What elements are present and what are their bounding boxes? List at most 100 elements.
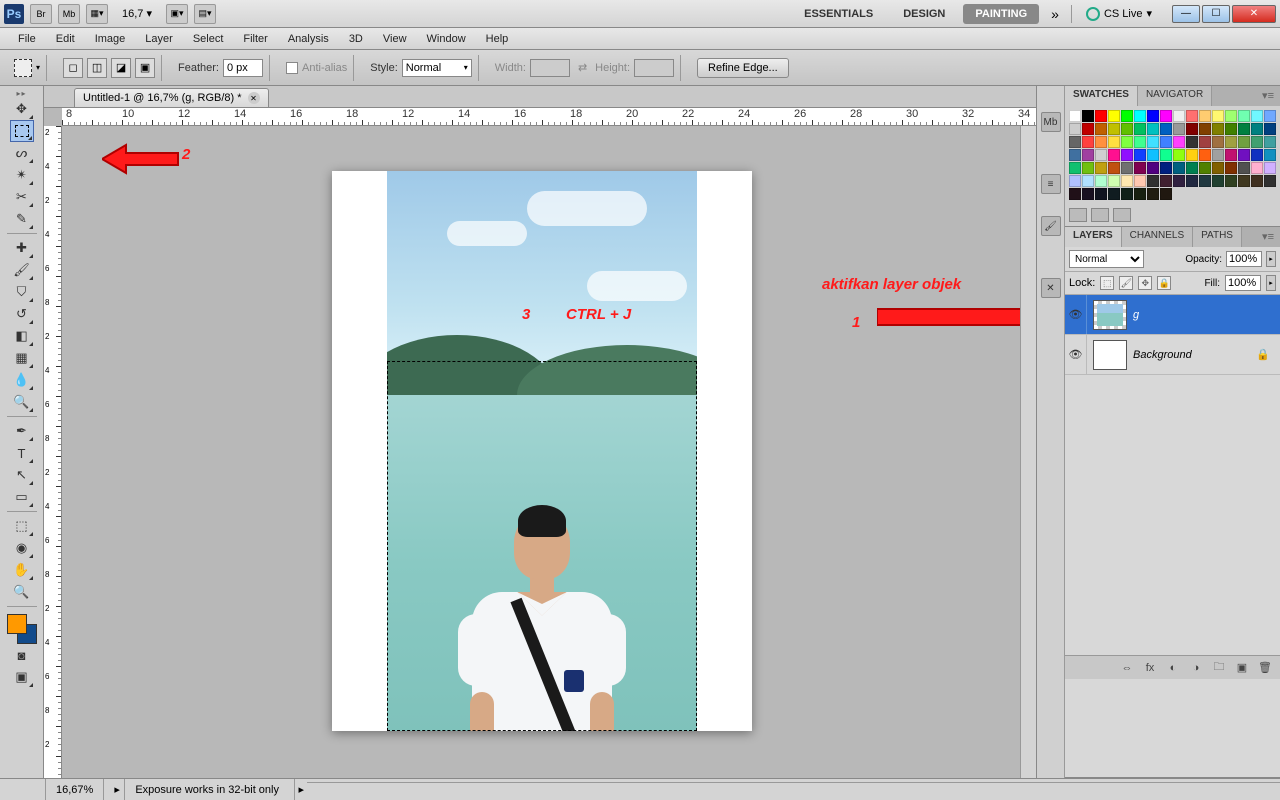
feather-input[interactable]: [223, 59, 263, 77]
quickmask-tool[interactable]: ◙: [10, 644, 34, 666]
visibility-eye-icon[interactable]: 👁: [1065, 295, 1087, 334]
swatch[interactable]: [1095, 188, 1107, 200]
swatch[interactable]: [1225, 110, 1237, 122]
new-layer-icon[interactable]: ▣: [1232, 659, 1252, 677]
swatch[interactable]: [1082, 162, 1094, 174]
swatch[interactable]: [1238, 162, 1250, 174]
swatch[interactable]: [1108, 188, 1120, 200]
swatch[interactable]: [1212, 175, 1224, 187]
swatch[interactable]: [1082, 188, 1094, 200]
menu-help[interactable]: Help: [476, 30, 519, 48]
cslive-button[interactable]: CS Live ▾: [1078, 7, 1160, 21]
swatch[interactable]: [1147, 110, 1159, 122]
minimize-button[interactable]: —: [1172, 5, 1200, 23]
menu-select[interactable]: Select: [183, 30, 234, 48]
selection-add-icon[interactable]: ◫: [87, 58, 107, 78]
canvas[interactable]: 2 3 CTRL + J aktifkan layer objek 1: [62, 126, 1020, 778]
swatch[interactable]: [1082, 123, 1094, 135]
link-layers-icon[interactable]: ⇔: [1117, 659, 1137, 677]
swatch[interactable]: [1173, 136, 1185, 148]
swatch[interactable]: [1069, 136, 1081, 148]
swatch[interactable]: [1108, 110, 1120, 122]
hand-tool[interactable]: ✋: [10, 559, 34, 581]
swatch[interactable]: [1160, 149, 1172, 161]
layer-thumbnail[interactable]: [1093, 340, 1127, 370]
swatch[interactable]: [1186, 136, 1198, 148]
workspace-essentials[interactable]: ESSENTIALS: [792, 4, 885, 24]
swatch[interactable]: [1095, 123, 1107, 135]
swatch[interactable]: [1121, 136, 1133, 148]
swatch[interactable]: [1069, 110, 1081, 122]
swatch[interactable]: [1069, 123, 1081, 135]
swatch[interactable]: [1147, 123, 1159, 135]
panel-menu-icon[interactable]: ▾≡: [1256, 227, 1280, 247]
layer-mask-icon[interactable]: ◐: [1163, 659, 1183, 677]
swatch[interactable]: [1095, 136, 1107, 148]
swatch[interactable]: [1225, 123, 1237, 135]
layer-row[interactable]: 👁 g: [1065, 295, 1280, 335]
swatch[interactable]: [1199, 175, 1211, 187]
swatch-folder-icon[interactable]: [1113, 208, 1131, 222]
tab-navigator[interactable]: NAVIGATOR: [1138, 86, 1212, 106]
menu-filter[interactable]: Filter: [233, 30, 277, 48]
swatch[interactable]: [1251, 162, 1263, 174]
layer-row[interactable]: 👁 Background 🔒: [1065, 335, 1280, 375]
path-tool[interactable]: ↖: [10, 464, 34, 486]
style-select[interactable]: Normal▾: [402, 59, 472, 77]
3d-camera-tool[interactable]: ◉: [10, 537, 34, 559]
tab-channels[interactable]: CHANNELS: [1122, 227, 1193, 247]
swatch[interactable]: [1134, 188, 1146, 200]
layer-thumbnail[interactable]: [1093, 300, 1127, 330]
swatch[interactable]: [1251, 123, 1263, 135]
swatch[interactable]: [1212, 162, 1224, 174]
swatch-folder-icon[interactable]: [1069, 208, 1087, 222]
swatch[interactable]: [1069, 162, 1081, 174]
swatch-grid[interactable]: [1065, 106, 1280, 204]
zoom-dropdown[interactable]: 16,7 ▾: [114, 7, 160, 20]
zoom-tool[interactable]: 🔍: [10, 581, 34, 603]
swatch[interactable]: [1264, 162, 1276, 174]
swatch[interactable]: [1225, 175, 1237, 187]
swatch[interactable]: [1147, 175, 1159, 187]
ruler-vertical[interactable]: 2424682468246824682: [44, 126, 62, 778]
swatch[interactable]: [1264, 123, 1276, 135]
ruler-horizontal[interactable]: 81012141618121416182022242628303234: [62, 108, 1036, 126]
swatch[interactable]: [1082, 110, 1094, 122]
lasso-tool[interactable]: ᔕ: [10, 142, 34, 164]
swatch[interactable]: [1121, 162, 1133, 174]
swatch[interactable]: [1134, 110, 1146, 122]
swatch[interactable]: [1238, 123, 1250, 135]
selection-intersect-icon[interactable]: ▣: [135, 58, 155, 78]
stamp-tool[interactable]: ⛉: [10, 281, 34, 303]
menu-layer[interactable]: Layer: [135, 30, 183, 48]
brush-tool[interactable]: 🖌: [10, 259, 34, 281]
menu-window[interactable]: Window: [417, 30, 476, 48]
swatch[interactable]: [1186, 123, 1198, 135]
swatch[interactable]: [1199, 162, 1211, 174]
panel-menu-icon[interactable]: ▾≡: [1256, 86, 1280, 106]
swatch[interactable]: [1225, 149, 1237, 161]
healing-tool[interactable]: ✚: [10, 237, 34, 259]
swatch[interactable]: [1173, 110, 1185, 122]
swatch[interactable]: [1160, 188, 1172, 200]
swatch[interactable]: [1147, 149, 1159, 161]
menu-file[interactable]: File: [8, 30, 46, 48]
close-button[interactable]: ✕: [1232, 5, 1276, 23]
move-tool[interactable]: ✥: [10, 98, 34, 120]
swatch[interactable]: [1082, 175, 1094, 187]
swatch[interactable]: [1264, 110, 1276, 122]
swatch[interactable]: [1199, 149, 1211, 161]
marquee-tool[interactable]: [10, 120, 34, 142]
swatch[interactable]: [1264, 149, 1276, 161]
menu-analysis[interactable]: Analysis: [278, 30, 339, 48]
swatch[interactable]: [1238, 149, 1250, 161]
swatch[interactable]: [1160, 123, 1172, 135]
swatch[interactable]: [1069, 175, 1081, 187]
layer-fx-icon[interactable]: fx: [1140, 659, 1160, 677]
swatch[interactable]: [1134, 149, 1146, 161]
tab-paths[interactable]: PATHS: [1193, 227, 1242, 247]
swatch[interactable]: [1173, 162, 1185, 174]
layer-name[interactable]: g: [1133, 309, 1280, 321]
shape-tool[interactable]: ▭: [10, 486, 34, 508]
workspace-design[interactable]: DESIGN: [891, 4, 957, 24]
